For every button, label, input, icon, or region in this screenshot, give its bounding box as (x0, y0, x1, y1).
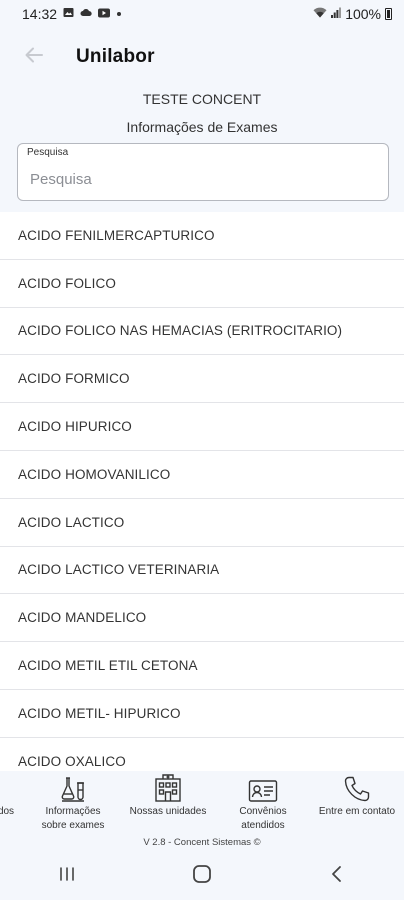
dot-icon (116, 8, 122, 20)
list-item[interactable]: ACIDO FOLICO NAS HEMACIAS (ERITROCITARIO… (0, 308, 404, 356)
lab-flask-icon (56, 771, 90, 803)
phone-icon (340, 771, 374, 803)
youtube-icon (98, 8, 111, 21)
page-title: Informações de Exames (126, 119, 278, 135)
nav-label: Convênios atendidos (239, 806, 287, 831)
nav-exam-info[interactable]: Informações sobre exames (32, 771, 114, 837)
list-item[interactable]: ACIDO METIL ETIL CETONA (0, 642, 404, 690)
company-name: TESTE CONCENT (142, 91, 262, 107)
system-navigation-bar (0, 852, 404, 900)
battery-level: 100% (345, 6, 381, 22)
bottom-navigation: dos Informações sobre exames Nossas unid… (0, 771, 404, 853)
nav-contact[interactable]: Entre em contato (310, 771, 404, 837)
results-icon (0, 771, 23, 803)
back-icon (330, 865, 344, 888)
status-bar: 14:32 100% (0, 0, 404, 28)
screen: 14:32 100% Unilabor TESTE CONCENT Inform… (0, 0, 404, 900)
building-icon (151, 771, 185, 803)
app-title: Unilabor (76, 46, 155, 67)
nav-label: Entre em contato (318, 806, 396, 817)
recent-apps-icon (58, 866, 76, 887)
image-icon (63, 7, 74, 21)
home-icon (192, 864, 212, 889)
list-item[interactable]: ACIDO FENILMERCAPTURICO (0, 212, 404, 260)
status-right: 100% (313, 6, 392, 22)
wifi-icon (313, 7, 327, 21)
list-item[interactable]: ACIDO HIPURICO (0, 403, 404, 451)
search-label: Pesquisa (27, 147, 69, 158)
nav-agreements[interactable]: Convênios atendidos (222, 771, 304, 837)
app-bar: Unilabor (0, 28, 404, 86)
recent-apps-button[interactable] (37, 856, 97, 896)
back-button[interactable] (8, 33, 60, 81)
back-arrow-icon (24, 45, 44, 70)
status-left: 14:32 (22, 6, 122, 22)
home-button[interactable] (172, 856, 232, 896)
list-item[interactable]: ACIDO LACTICO VETERINARIA (0, 547, 404, 595)
list-item[interactable]: ACIDO FOLICO (0, 260, 404, 308)
exam-list: ACIDO FENILMERCAPTURICO ACIDO FOLICO ACI… (0, 212, 404, 786)
version-text: V 2.8 - Concent Sistemas © (143, 837, 261, 848)
status-time: 14:32 (22, 6, 58, 22)
list-item[interactable]: ACIDO MANDELICO (0, 594, 404, 643)
list-item[interactable]: ACIDO HOMOVANILICO (0, 451, 404, 499)
battery-icon (385, 8, 392, 20)
signal-icon (331, 7, 342, 21)
id-card-icon (246, 771, 280, 803)
list-item[interactable]: ACIDO LACTICO (0, 499, 404, 547)
nav-label: Informações sobre exames (41, 806, 105, 831)
list-item[interactable]: ACIDO METIL- HIPURICO (0, 690, 404, 738)
search-input[interactable] (30, 168, 370, 190)
nav-units[interactable]: Nossas unidades (122, 771, 214, 837)
nav-label: Nossas unidades (129, 806, 207, 817)
search-field[interactable]: Pesquisa (17, 143, 389, 201)
system-back-button[interactable] (307, 856, 367, 896)
nav-results[interactable]: dos (0, 771, 26, 837)
page-header: TESTE CONCENT Informações de Exames (0, 86, 404, 142)
nav-label: dos (0, 806, 15, 817)
cloud-icon (80, 8, 92, 20)
list-item[interactable]: ACIDO FORMICO (0, 355, 404, 404)
